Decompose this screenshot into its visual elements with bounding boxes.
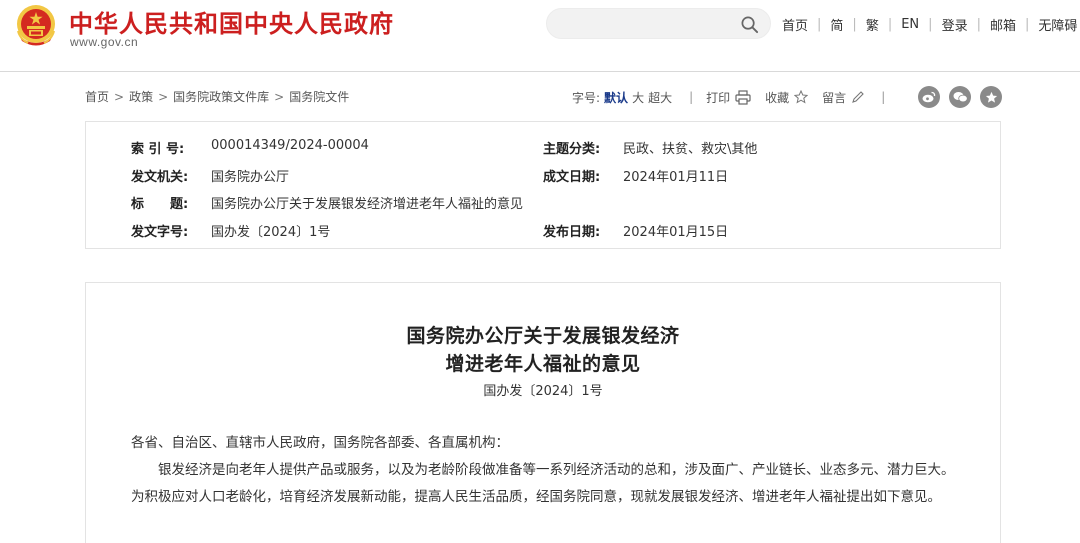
article-toolbar: 字号: 默认 大 超大 | 打印 收藏 留言 |	[572, 86, 885, 108]
weibo-icon[interactable]	[918, 86, 940, 108]
created-date-label: 成文日期:	[543, 170, 601, 185]
pencil-icon	[852, 91, 864, 103]
title-value: 国务院办公厅关于发展银发经济增进老年人福祉的意见	[211, 197, 524, 212]
breadcrumb-separator: >	[114, 90, 125, 104]
national-emblem-icon[interactable]	[14, 3, 58, 49]
topic-label: 主题分类:	[543, 142, 601, 157]
star-outline-icon	[794, 90, 809, 104]
favorite-button[interactable]: 收藏	[765, 89, 809, 106]
search-box	[546, 8, 771, 39]
index-no-value: 000014349/2024-00004	[211, 138, 369, 153]
topic-value: 民政、扶贫、救灾\其他	[623, 142, 758, 157]
toolbar-separator: |	[881, 90, 886, 104]
nav-traditional[interactable]: 繁	[866, 15, 879, 34]
favorite-star-icon[interactable]	[980, 86, 1002, 108]
printer-icon	[735, 89, 751, 105]
breadcrumb-policy-library[interactable]: 国务院政策文件库	[173, 90, 269, 104]
breadcrumb-home[interactable]: 首页	[85, 90, 109, 104]
article-body: 国务院办公厅关于发展银发经济 增进老年人福祉的意见 国办发〔2024〕1号 各省…	[85, 282, 1001, 543]
font-size-label: 字号:	[572, 90, 601, 105]
doc-no-value: 国办发〔2024〕1号	[211, 225, 331, 240]
nav-login[interactable]: 登录	[942, 15, 968, 34]
nav-accessibility[interactable]: 无障碍	[1038, 15, 1077, 34]
nav-home[interactable]: 首页	[782, 15, 808, 34]
nav-mail[interactable]: 邮箱	[990, 15, 1016, 34]
font-size-xlarge[interactable]: 超大	[648, 89, 672, 106]
wechat-glyph	[953, 92, 968, 103]
comment-label: 留言	[822, 90, 847, 105]
published-date-label: 发布日期:	[543, 225, 601, 240]
nav-english[interactable]: EN	[901, 17, 919, 32]
article-title-line1: 国务院办公厅关于发展银发经济	[406, 325, 680, 347]
article-paragraph: 银发经济是向老年人提供产品或服务，以及为老龄阶段做准备等一系列经济活动的总和，涉…	[131, 462, 955, 505]
breadcrumb-separator: >	[274, 90, 285, 104]
breadcrumb: 首页 > 政策 > 国务院政策文件库 > 国务院文件	[85, 88, 349, 105]
article-salutation: 各省、自治区、直辖市人民政府，国务院各部委、各直属机构：	[131, 435, 509, 451]
issuer-label: 发文机关:	[131, 170, 189, 185]
wechat-icon[interactable]	[949, 86, 971, 108]
site-header: 中华人民共和国中央人民政府 www.gov.cn 首页 | 简 | 繁 | EN…	[0, 0, 1080, 72]
nav-separator: |	[817, 16, 822, 32]
breadcrumb-state-council-docs[interactable]: 国务院文件	[289, 90, 349, 104]
font-size-default[interactable]: 默认	[604, 89, 628, 106]
breadcrumb-policy[interactable]: 政策	[129, 90, 153, 104]
doc-no-label: 发文字号:	[131, 225, 189, 240]
print-button[interactable]: 打印	[706, 89, 751, 106]
title-label: 标 题:	[131, 197, 189, 212]
star-glyph	[985, 91, 997, 103]
nav-separator: |	[852, 16, 857, 32]
document-meta-table: 索 引 号: 000014349/2024-00004 主题分类: 民政、扶贫、…	[85, 121, 1001, 249]
toolbar-separator: |	[689, 90, 694, 104]
article-title-line2: 增进老年人福祉的意见	[445, 353, 641, 375]
print-label: 打印	[706, 90, 731, 105]
nav-separator: |	[976, 16, 981, 32]
nav-separator: |	[1024, 16, 1030, 32]
nav-separator: |	[887, 16, 893, 32]
index-no-label: 索 引 号:	[131, 142, 185, 157]
weibo-glyph	[922, 91, 936, 103]
nav-simplified[interactable]: 简	[830, 15, 843, 34]
issuer-value: 国务院办公厅	[211, 170, 290, 185]
font-size-large[interactable]: 大	[632, 89, 644, 106]
search-icon[interactable]	[740, 15, 759, 34]
favorite-label: 收藏	[765, 90, 790, 105]
top-nav: 首页 | 简 | 繁 | EN | 登录 | 邮箱 | 无障碍	[782, 14, 1077, 34]
breadcrumb-separator: >	[158, 90, 169, 104]
published-date-value: 2024年01月15日	[623, 225, 729, 240]
search-input[interactable]	[561, 15, 731, 33]
nav-separator: |	[928, 16, 933, 32]
site-domain: www.gov.cn	[70, 35, 139, 49]
article-doc-number: 国办发〔2024〕1号	[483, 384, 603, 399]
site-title[interactable]: 中华人民共和国中央人民政府	[69, 4, 394, 39]
created-date-value: 2024年01月11日	[623, 170, 729, 185]
comment-button[interactable]: 留言	[822, 89, 865, 106]
